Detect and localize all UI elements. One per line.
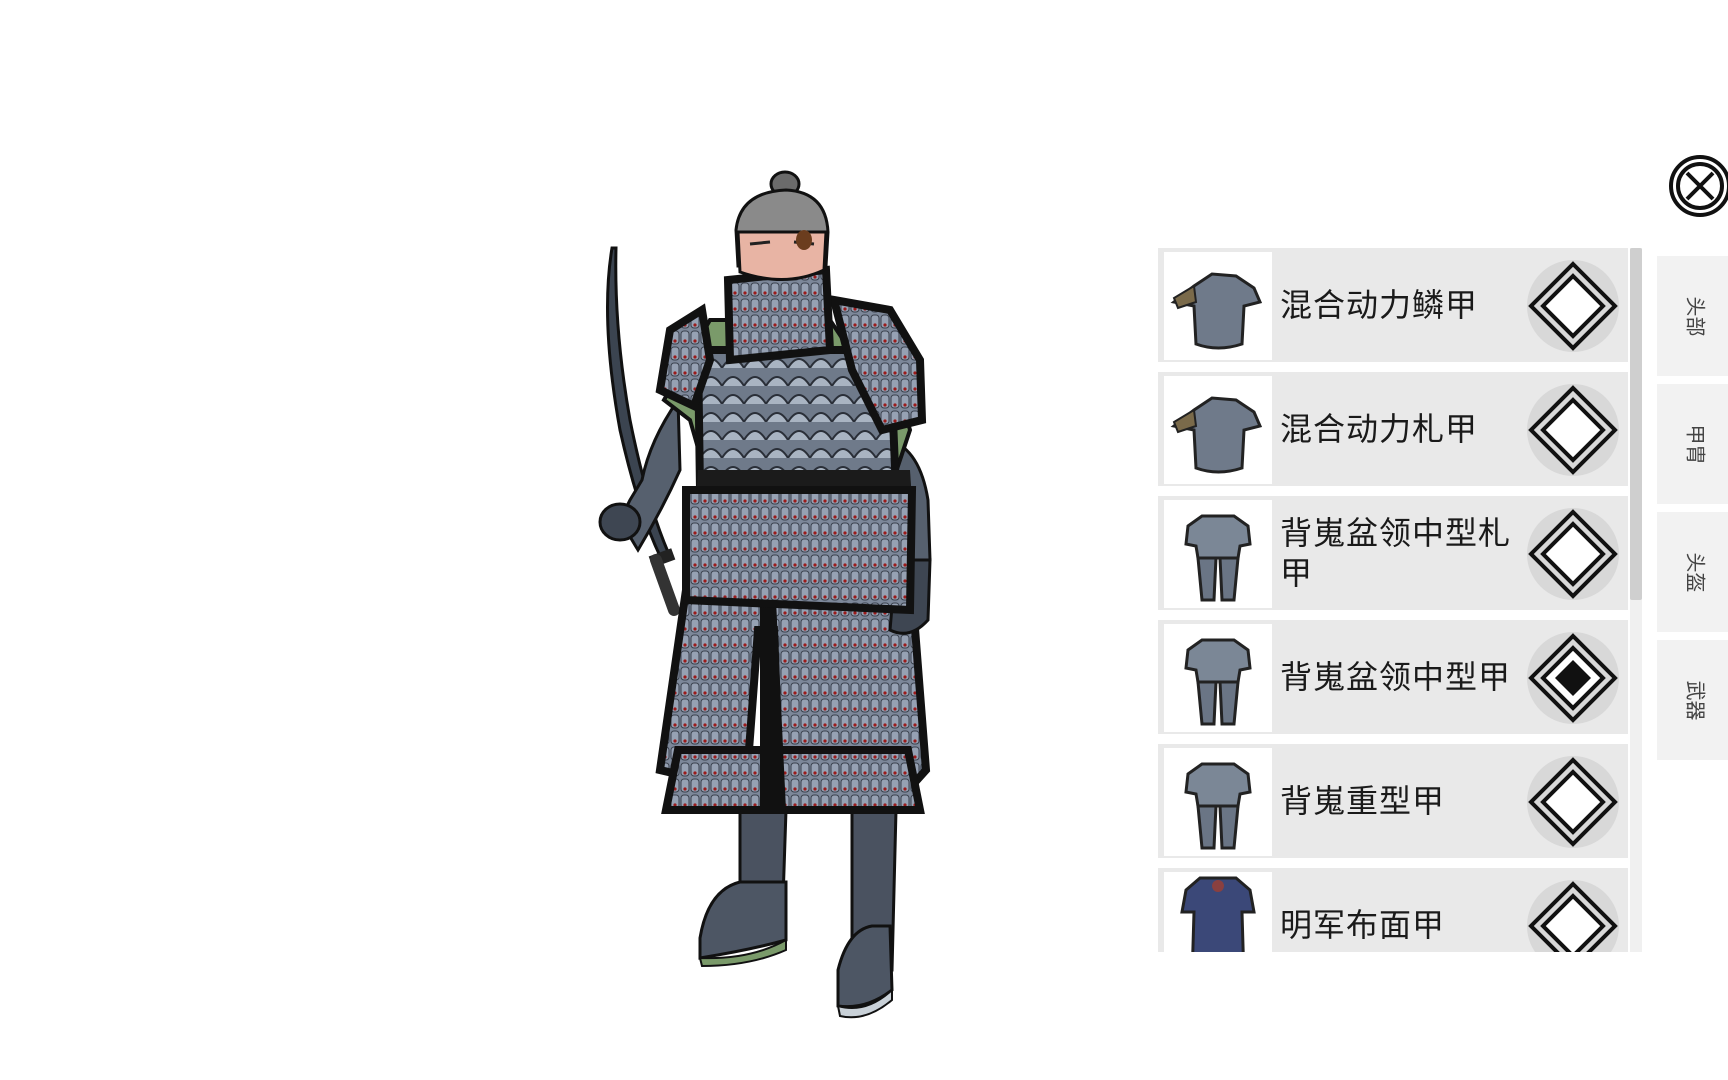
armor-list[interactable]: 混合动力鳞甲 混合动力札甲背嵬盆领中型札甲背嵬盆领中型甲 背嵬重型甲明军布面甲 [1158,248,1646,952]
diamond-select-icon[interactable] [1523,256,1623,356]
armor-thumbnail-scale-armor-vest [1164,252,1272,360]
tab-weapon[interactable]: 武器 [1657,640,1728,760]
tab-label: 甲胄 [1683,424,1708,464]
diamond-selected-icon[interactable] [1523,628,1623,728]
head [734,170,830,281]
armor-list-item[interactable]: 明军布面甲 [1158,868,1628,952]
diamond-select-icon[interactable] [1523,752,1623,852]
close-button[interactable] [1668,154,1728,218]
tab-head[interactable]: 头部 [1657,256,1728,376]
tab-helmet[interactable]: 头盔 [1657,512,1728,632]
tab-label: 武器 [1683,680,1708,720]
character-preview[interactable] [590,170,1050,1050]
armor-list-item[interactable]: 背嵬重型甲 [1158,744,1628,858]
scrollbar-thumb[interactable] [1630,248,1642,600]
armor-thumbnail-medium-lamellar-full [1164,500,1272,608]
armor-name: 背嵬重型甲 [1280,782,1446,820]
diamond-select-icon[interactable] [1523,504,1623,604]
armor-thumbnail-ming-brigandine [1164,872,1272,952]
tab-armor[interactable]: 甲胄 [1657,384,1728,504]
diamond-select-icon[interactable] [1523,380,1623,480]
legs [698,808,898,1019]
tab-label: 头盔 [1683,552,1708,592]
armor-skirt [655,586,931,814]
armor-name: 明军布面甲 [1280,906,1446,944]
armor-thumbnail-heavy-armor-full [1164,748,1272,856]
armor-name: 混合动力札甲 [1280,410,1479,448]
armor-list-item[interactable]: 背嵬盆领中型甲 [1158,620,1628,734]
close-circle-icon [1669,155,1728,217]
torso-armor [655,265,927,615]
armor-name: 混合动力鳞甲 [1280,286,1479,324]
armor-list-item[interactable]: 混合动力鳞甲 [1158,248,1628,362]
armor-list-item[interactable]: 混合动力札甲 [1158,372,1628,486]
armor-thumbnail-lamellar-armor-vest [1164,376,1272,484]
armor-name: 背嵬盆领中型札甲 [1280,514,1512,592]
armor-list-item[interactable]: 背嵬盆领中型札甲 [1158,496,1628,610]
list-scrollbar[interactable] [1630,248,1642,952]
armor-thumbnail-medium-armor-full [1164,624,1272,732]
tab-label: 头部 [1683,296,1708,336]
diamond-select-icon[interactable] [1523,876,1623,952]
armor-name: 背嵬盆领中型甲 [1280,658,1512,696]
